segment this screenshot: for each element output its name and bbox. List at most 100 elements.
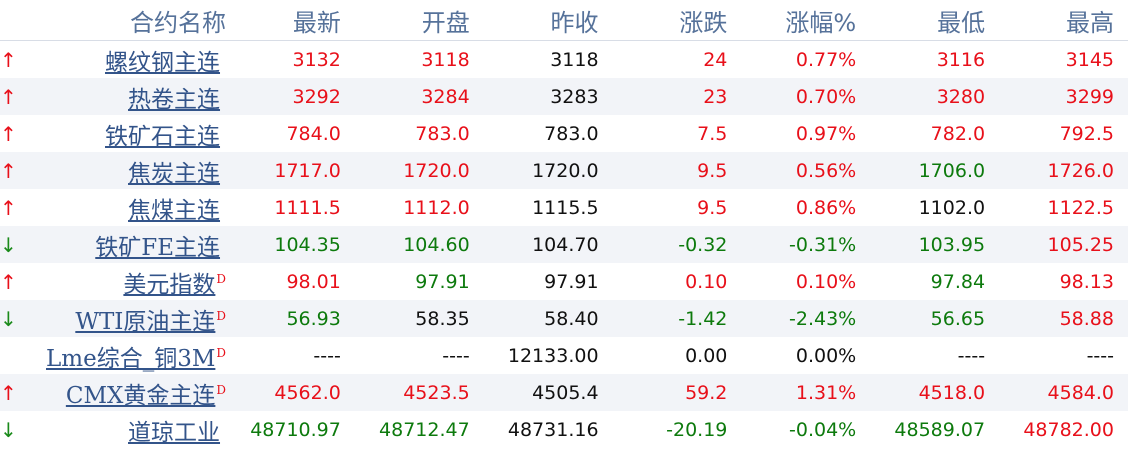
- low-price-cell: 4518.0: [870, 374, 1000, 411]
- last-price-cell: 3292: [226, 78, 355, 115]
- quote-row[interactable]: ↑ 焦煤主连 1111.5 1112.0 1115.5 9.5 0.86% 1102.0 112…: [0, 189, 1128, 226]
- prev-close-cell: 3283: [483, 78, 613, 115]
- contract-name-link[interactable]: 焦煤主连: [128, 198, 220, 224]
- arrow-down-icon: ↓: [0, 417, 17, 442]
- open-price-cell: 4523.5: [354, 374, 484, 411]
- arrow-down-icon: ↓: [0, 226, 17, 263]
- change-cell: -1.42: [612, 300, 742, 337]
- delayed-tag: D: [216, 382, 227, 397]
- high-price-cell: 98.13: [1059, 270, 1114, 293]
- change-pct-cell: 0.10%: [795, 270, 857, 293]
- open-price-cell: 3118: [421, 48, 470, 71]
- header-last[interactable]: 最新: [226, 0, 355, 41]
- prev-close-cell: 1720.0: [483, 152, 613, 189]
- change-cell: 7.5: [697, 122, 728, 145]
- high-price-cell: 48782.00: [1023, 418, 1114, 441]
- contract-name-cell: 热卷主连: [14, 78, 227, 115]
- last-price-cell: 104.35: [226, 226, 355, 263]
- low-price-cell: 782.0: [930, 122, 986, 145]
- change-pct-cell: 0.56%: [741, 152, 871, 189]
- contract-name-link[interactable]: WTI原油主连: [75, 309, 215, 335]
- trend-empty: [0, 337, 15, 374]
- quotes-table: 合约名称 最新 开盘 昨收 涨跌 涨幅% 最低 最高 ↑ 螺纹钢主连 3132 311…: [0, 0, 1128, 448]
- quote-row[interactable]: ↓ WTI原油主连D 56.93 58.35 58.40 -1.42 -2.43% 56.65…: [0, 300, 1128, 337]
- delayed-tag: D: [216, 345, 227, 360]
- contract-name-link[interactable]: Lme综合_铜3M: [46, 346, 215, 372]
- header-prev-close[interactable]: 昨收: [483, 0, 613, 41]
- change-cell: -20.19: [666, 418, 728, 441]
- quote-row[interactable]: ↑ 热卷主连 3292 3284 3283 23 0.70% 3280 3299: [0, 78, 1128, 115]
- high-price-cell: 1726.0: [999, 152, 1128, 189]
- low-price-cell: 3116: [936, 48, 986, 71]
- contract-name-link[interactable]: 美元指数: [123, 272, 215, 298]
- quote-row[interactable]: ↑ 焦炭主连 1717.0 1720.0 1720.0 9.5 0.56% 1706.0 172…: [0, 152, 1128, 189]
- low-price-cell: 97.84: [930, 270, 986, 293]
- header-high[interactable]: 最高: [999, 0, 1128, 41]
- last-price-cell: 98.01: [286, 270, 341, 293]
- prev-close-cell: 48731.16: [507, 418, 599, 441]
- high-price-cell: ----: [1086, 344, 1114, 367]
- last-price-cell: 784.0: [286, 122, 341, 145]
- change-cell: 9.5: [612, 152, 742, 189]
- quote-row[interactable]: ↑ CMX黄金主连D 4562.0 4523.5 4505.4 59.2 1.31% 4518…: [0, 374, 1128, 411]
- arrow-up-icon: ↑: [0, 269, 17, 294]
- contract-name-cell: CMX黄金主连D: [14, 374, 227, 411]
- quote-row[interactable]: ↑ 美元指数D 98.01 97.91 97.91 0.10 0.10% 97.84 98.13: [0, 263, 1128, 300]
- change-cell: -0.32: [612, 226, 742, 263]
- prev-close-cell: 104.70: [483, 226, 613, 263]
- open-price-cell: 783.0: [415, 122, 470, 145]
- header-low[interactable]: 最低: [870, 0, 1000, 41]
- change-pct-cell: 0.70%: [741, 78, 871, 115]
- arrow-up-icon: ↑: [0, 374, 17, 411]
- contract-name-link[interactable]: 铁矿FE主连: [95, 235, 220, 261]
- header-open[interactable]: 开盘: [354, 0, 484, 41]
- header-change-pct[interactable]: 涨幅%: [741, 0, 871, 41]
- change-cell: 0.10: [685, 270, 728, 293]
- low-price-cell: 103.95: [870, 226, 1000, 263]
- high-price-cell: 792.5: [1059, 122, 1114, 145]
- quote-row[interactable]: ↓ 道琼工业 48710.97 48712.47 48731.16 -20.19 -0.04…: [0, 411, 1128, 448]
- header-row: 合约名称 最新 开盘 昨收 涨跌 涨幅% 最低 最高: [0, 0, 1128, 41]
- last-price-cell: 3132: [292, 48, 341, 71]
- open-price-cell: 97.91: [415, 270, 470, 293]
- open-price-cell: 1112.0: [403, 196, 470, 219]
- contract-name-link[interactable]: 道琼工业: [128, 420, 220, 446]
- change-cell: 9.5: [697, 196, 728, 219]
- last-price-cell: 4562.0: [226, 374, 355, 411]
- prev-close-cell: 3118: [550, 48, 599, 71]
- prev-close-cell: 1115.5: [532, 196, 599, 219]
- contract-name-cell: 焦炭主连: [14, 152, 227, 189]
- prev-close-cell: 783.0: [544, 122, 599, 145]
- quote-row[interactable]: ↑ 铁矿石主连 784.0 783.0 783.0 7.5 0.97% 782.0 792.5: [0, 115, 1128, 152]
- change-pct-cell: 1.31%: [741, 374, 871, 411]
- change-pct-cell: 0.97%: [795, 122, 857, 145]
- contract-name-link[interactable]: 焦炭主连: [128, 161, 220, 187]
- contract-name-link[interactable]: CMX黄金主连: [66, 383, 216, 409]
- open-price-cell: 104.60: [354, 226, 484, 263]
- contract-name-link[interactable]: 热卷主连: [128, 87, 220, 113]
- arrow-up-icon: ↑: [0, 47, 17, 72]
- arrow-down-icon: ↓: [0, 300, 17, 337]
- delayed-tag: D: [216, 271, 227, 286]
- prev-close-cell: 97.91: [544, 270, 599, 293]
- open-price-cell: ----: [442, 344, 470, 367]
- high-price-cell: 4584.0: [999, 374, 1128, 411]
- low-price-cell: ----: [957, 344, 986, 367]
- header-contract-name[interactable]: 合约名称: [14, 0, 227, 41]
- contract-name-link[interactable]: 螺纹钢主连: [105, 50, 220, 76]
- change-cell: 24: [703, 48, 728, 71]
- change-pct-cell: -0.31%: [741, 226, 871, 263]
- quote-row[interactable]: ↓ 铁矿FE主连 104.35 104.60 104.70 -0.32 -0.31% 103.…: [0, 226, 1128, 263]
- prev-close-cell: 58.40: [483, 300, 613, 337]
- low-price-cell: 48589.07: [894, 418, 986, 441]
- contract-name-cell: 螺纹钢主连: [15, 41, 226, 79]
- header-change[interactable]: 涨跌: [612, 0, 742, 41]
- change-pct-cell: 0.00%: [795, 344, 857, 367]
- last-price-cell: 56.93: [226, 300, 355, 337]
- quote-row[interactable]: ↑ 螺纹钢主连 3132 3118 3118 24 0.77% 3116 3145: [0, 41, 1128, 79]
- arrow-up-icon: ↑: [0, 121, 17, 146]
- contract-name-cell: WTI原油主连D: [14, 300, 227, 337]
- open-price-cell: 58.35: [354, 300, 484, 337]
- contract-name-link[interactable]: 铁矿石主连: [105, 124, 220, 150]
- quote-row[interactable]: Lme综合_铜3MD ---- ---- 12133.00 0.00 0.00% ---- -…: [0, 337, 1128, 374]
